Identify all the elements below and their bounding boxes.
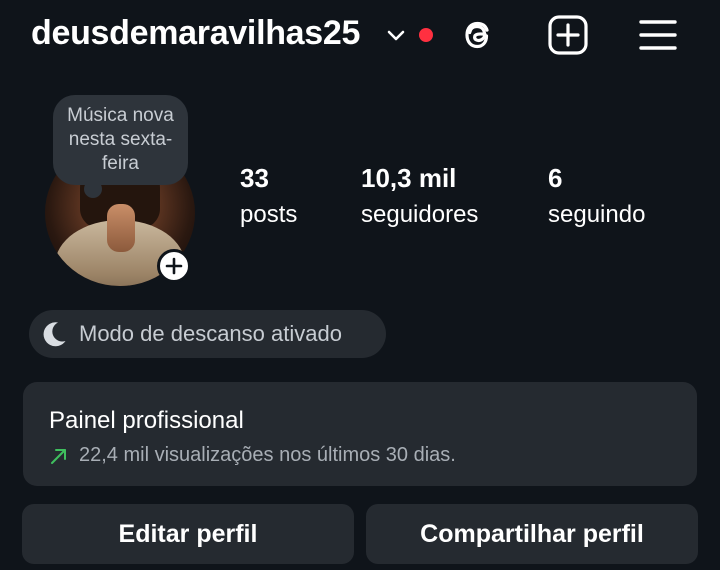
- stat-posts[interactable]: 33 posts: [240, 162, 297, 230]
- plus-icon: [165, 257, 183, 275]
- rest-mode-badge[interactable]: Modo de descanso ativado: [29, 310, 386, 358]
- add-post-icon[interactable]: [547, 14, 589, 56]
- edit-profile-button[interactable]: Editar perfil: [22, 504, 354, 564]
- avatar-hands: [107, 204, 135, 252]
- add-story-button[interactable]: [157, 249, 191, 283]
- menu-icon[interactable]: [637, 14, 679, 56]
- rest-mode-label: Modo de descanso ativado: [79, 321, 342, 346]
- profile-header: deusdemaravilhas25: [0, 0, 720, 72]
- chevron-down-icon[interactable]: [386, 27, 406, 43]
- following-label: seguindo: [548, 201, 646, 228]
- dashboard-title: Painel profissional: [49, 407, 244, 434]
- arrow-up-right-icon: [51, 448, 66, 464]
- stat-followers[interactable]: 10,3 mil seguidores: [361, 162, 478, 230]
- followers-label: seguidores: [361, 201, 479, 228]
- threads-icon[interactable]: [457, 14, 499, 56]
- posts-count: 33: [240, 163, 269, 193]
- notification-dot: [419, 28, 433, 42]
- followers-count: 10,3 mil: [361, 163, 457, 193]
- username[interactable]: deusdemaravilhas25: [31, 14, 360, 53]
- dashboard-views-text: 22,4 mil visualizações nos últimos 30 di…: [79, 444, 456, 466]
- professional-dashboard[interactable]: Painel profissional 22,4 mil visualizaçõ…: [23, 382, 697, 486]
- following-count: 6: [548, 163, 563, 193]
- posts-label: posts: [240, 201, 298, 228]
- moon-icon: [43, 322, 66, 347]
- stat-following[interactable]: 6 seguindo: [548, 162, 645, 230]
- share-profile-button[interactable]: Compartilhar perfil: [366, 504, 698, 564]
- profile-note[interactable]: Música nova nesta sexta-feira: [53, 95, 188, 185]
- dashboard-subtitle: 22,4 mil visualizações nos últimos 30 di…: [49, 444, 456, 467]
